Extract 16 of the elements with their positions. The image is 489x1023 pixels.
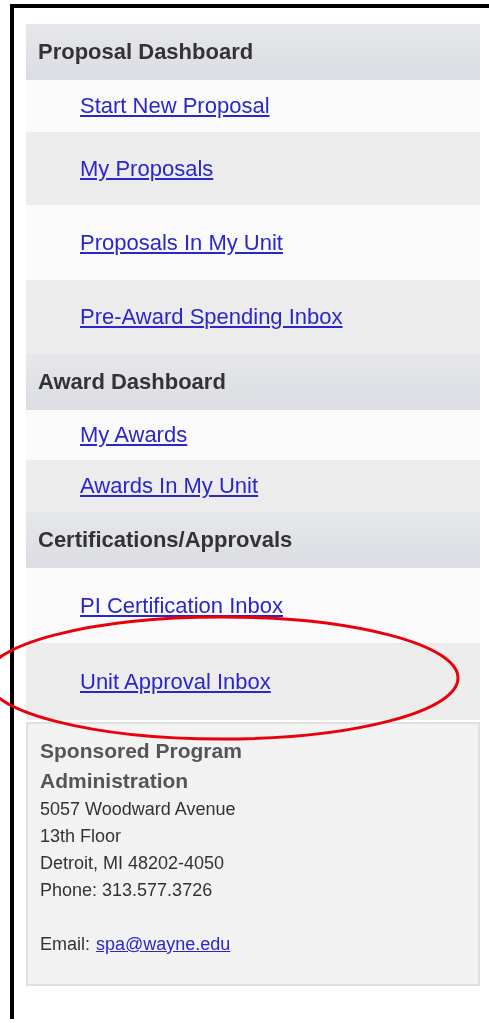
address-line: Phone: 313.577.3726 xyxy=(40,879,214,902)
nav-link[interactable]: My Awards xyxy=(80,422,188,448)
nav-link[interactable]: Proposals In My Unit xyxy=(80,229,283,256)
email-label: Email: xyxy=(40,933,90,956)
nav-link[interactable]: Awards In My Unit xyxy=(80,473,259,499)
section-header: Award Dashboard xyxy=(26,354,480,410)
section-header: Proposal Dashboard xyxy=(26,24,480,80)
address-line: Detroit, MI 48202-4050 xyxy=(40,852,226,875)
organization-name: Sponsored Program Administration xyxy=(40,738,243,794)
nav-link[interactable]: My Proposals xyxy=(80,155,214,182)
address-line: 5057 Woodward Avenue xyxy=(40,798,237,821)
address-line: 13th Floor xyxy=(40,825,123,848)
nav-link[interactable]: Unit Approval Inbox xyxy=(80,668,271,695)
section-header: Certifications/Approvals xyxy=(26,512,480,568)
nav-link[interactable]: PI Certification Inbox xyxy=(80,592,283,619)
email-link[interactable]: spa@wayne.edu xyxy=(96,931,231,958)
